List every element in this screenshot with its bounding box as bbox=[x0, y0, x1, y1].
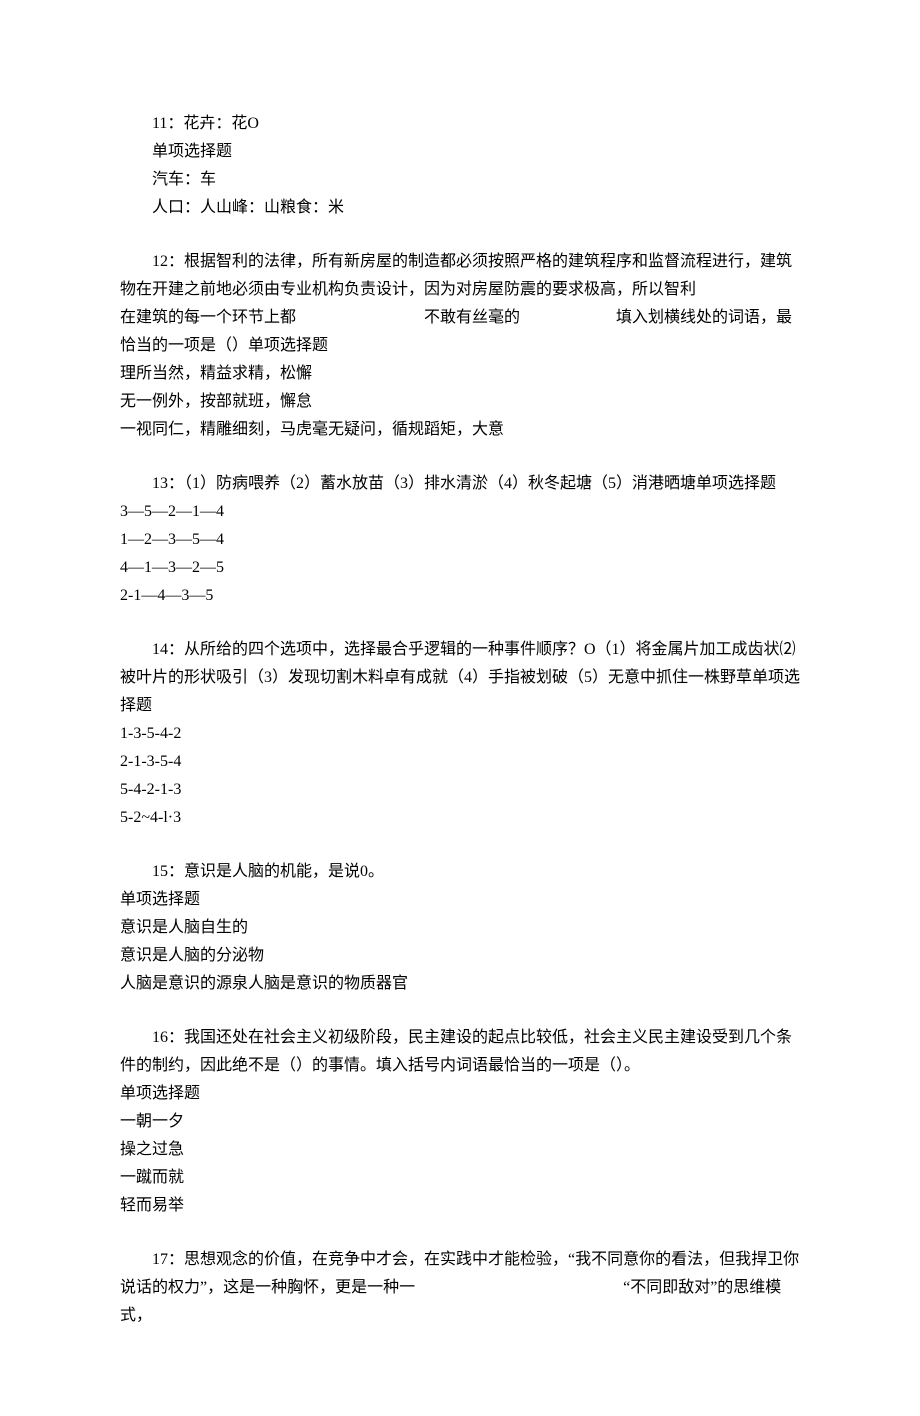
question-12: 12：根据智利的法律，所有新房屋的制造都必须按照严格的建筑程序和监督流程进行，建… bbox=[120, 248, 800, 444]
q13-option-d: 2-1—4—3—5 bbox=[120, 582, 800, 610]
q16-option-a: 一朝一夕 bbox=[120, 1108, 800, 1136]
q15-type: 单项选择题 bbox=[120, 886, 800, 914]
question-17: 17：思想观念的价值，在竞争中才会，在实践中才能检验，“我不同意你的看法，但我捍… bbox=[120, 1246, 800, 1330]
q16-option-b: 操之过急 bbox=[120, 1136, 800, 1164]
q15-option-a: 意识是人脑自生的 bbox=[120, 914, 800, 942]
q15-option-c: 人脑是意识的源泉人脑是意识的物质器官 bbox=[120, 970, 800, 998]
q14-option-a: 1-3-5-4-2 bbox=[120, 720, 800, 748]
q11-option-a: 汽车：车 bbox=[120, 166, 800, 194]
q14-option-c: 5-4-2-1-3 bbox=[120, 776, 800, 804]
q12-stem-1: 12：根据智利的法律，所有新房屋的制造都必须按照严格的建筑程序和监督流程进行，建… bbox=[120, 248, 800, 304]
q15-option-b: 意识是人脑的分泌物 bbox=[120, 942, 800, 970]
q15-title: 15：意识是人脑的机能，是说0。 bbox=[120, 858, 800, 886]
q13-option-b: 1—2—3—5—4 bbox=[120, 526, 800, 554]
question-16: 16：我国还处在社会主义初级阶段，民主建设的起点比较低，社会主义民主建设受到几个… bbox=[120, 1024, 800, 1220]
q13-option-a: 3—5—2—1—4 bbox=[120, 498, 800, 526]
question-14: 14：从所给的四个选项中，选择最合乎逻辑的一种事件顺序？O（1）将金属片加工成齿… bbox=[120, 636, 800, 832]
q12-option-b: 无一例外，按部就班，懈怠 bbox=[120, 388, 800, 416]
question-11: 11：花卉：花O 单项选择题 汽车：车 人口：人山峰：山粮食：米 bbox=[120, 110, 800, 222]
q12-stem-2: 在建筑的每一个环节上都 不敢有丝毫的 填入划横线处的词语，最恰当的一项是（）单项… bbox=[120, 304, 800, 360]
q16-type: 单项选择题 bbox=[120, 1080, 800, 1108]
q12-option-c: 一视同仁，精雕细刻，马虎毫无疑问，循规蹈矩，大意 bbox=[120, 416, 800, 444]
q11-title: 11：花卉：花O bbox=[120, 110, 800, 138]
q14-option-d: 5-2~4-l·3 bbox=[120, 804, 800, 832]
q16-stem: 16：我国还处在社会主义初级阶段，民主建设的起点比较低，社会主义民主建设受到几个… bbox=[120, 1024, 800, 1080]
q13-option-c: 4—1—3—2—5 bbox=[120, 554, 800, 582]
q14-stem: 14：从所给的四个选项中，选择最合乎逻辑的一种事件顺序？O（1）将金属片加工成齿… bbox=[120, 636, 800, 720]
q16-option-c: 一蹴而就 bbox=[120, 1164, 800, 1192]
question-15: 15：意识是人脑的机能，是说0。 单项选择题 意识是人脑自生的 意识是人脑的分泌… bbox=[120, 858, 800, 998]
q14-option-b: 2-1-3-5-4 bbox=[120, 748, 800, 776]
question-13: 13：（1）防病喂养（2）蓄水放苗（3）排水清淤（4）秋冬起塘（5）消港晒塘单项… bbox=[120, 470, 800, 610]
q13-stem: 13：（1）防病喂养（2）蓄水放苗（3）排水清淤（4）秋冬起塘（5）消港晒塘单项… bbox=[120, 470, 800, 498]
q11-option-b: 人口：人山峰：山粮食：米 bbox=[120, 194, 800, 222]
q16-option-d: 轻而易举 bbox=[120, 1192, 800, 1220]
q12-option-a: 理所当然，精益求精，松懈 bbox=[120, 360, 800, 388]
q11-type: 单项选择题 bbox=[120, 138, 800, 166]
q17-stem: 17：思想观念的价值，在竞争中才会，在实践中才能检验，“我不同意你的看法，但我捍… bbox=[120, 1246, 800, 1330]
